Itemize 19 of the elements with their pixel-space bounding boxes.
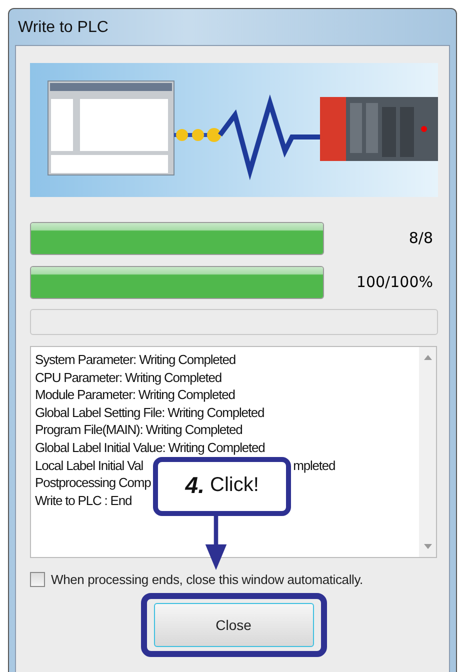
progress-reading: 8/8	[408, 229, 434, 247]
window-title: Write to PLC	[17, 18, 110, 38]
log-line: Global Label Setting File: Writing Completed	[35, 404, 264, 422]
log-line: Local Label Initial Val	[35, 456, 144, 474]
checkbox-label: When processing ends, close this window automatically.	[51, 572, 363, 587]
scroll-down-icon[interactable]	[424, 544, 432, 549]
log-line: Global Label Initial Value: Writing Completed	[35, 438, 265, 457]
log-line: Program File(MAIN): Writing Completed	[35, 421, 242, 439]
log-line: Module Parameter: Writing Completed	[35, 386, 235, 404]
auto-close-checkbox[interactable]	[30, 572, 45, 587]
log-line: Write to PLC : End	[35, 492, 132, 510]
log-line: CPU Parameter: Writing Completed	[35, 368, 222, 386]
callout-bubble: 4. Click!	[153, 456, 292, 516]
progress-reading: 100/100%	[355, 273, 434, 291]
close-button[interactable]: Close	[154, 603, 314, 647]
log-line: mpleted	[293, 456, 336, 474]
log-line: System Parameter: Writing Completed	[35, 351, 236, 369]
scroll-up-icon[interactable]	[424, 355, 432, 360]
log-line: Postprocessing Comp	[35, 474, 151, 492]
